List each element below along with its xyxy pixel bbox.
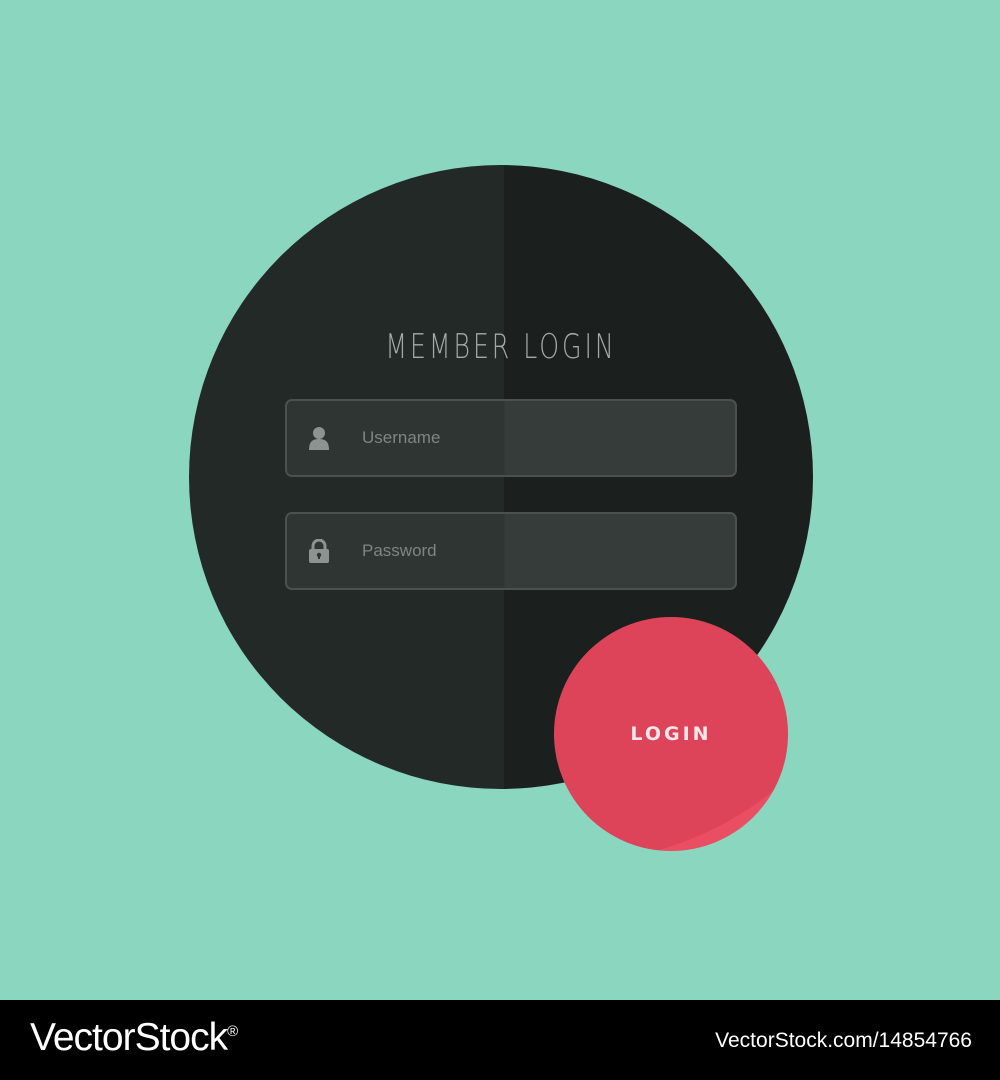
user-icon [308,425,330,451]
username-field[interactable] [285,399,737,477]
page-background: MEMBER LOGIN LOGIN [0,0,1000,1000]
login-button[interactable]: LOGIN [554,617,788,851]
image-credit: VectorStock.com/14854766 [715,1029,972,1052]
form-title: MEMBER LOGIN [385,327,617,367]
username-input[interactable] [360,427,724,449]
brand-name: VectorStock [30,1016,228,1059]
vectorstock-logo: VectorStock® [30,1016,238,1060]
password-field[interactable] [285,512,737,590]
password-input[interactable] [360,540,724,562]
login-button-label: LOGIN [630,723,712,745]
watermark-footer: VectorStock® VectorStock.com/14854766 [0,1000,1000,1080]
registered-mark: ® [227,1023,238,1040]
lock-icon [308,538,330,564]
